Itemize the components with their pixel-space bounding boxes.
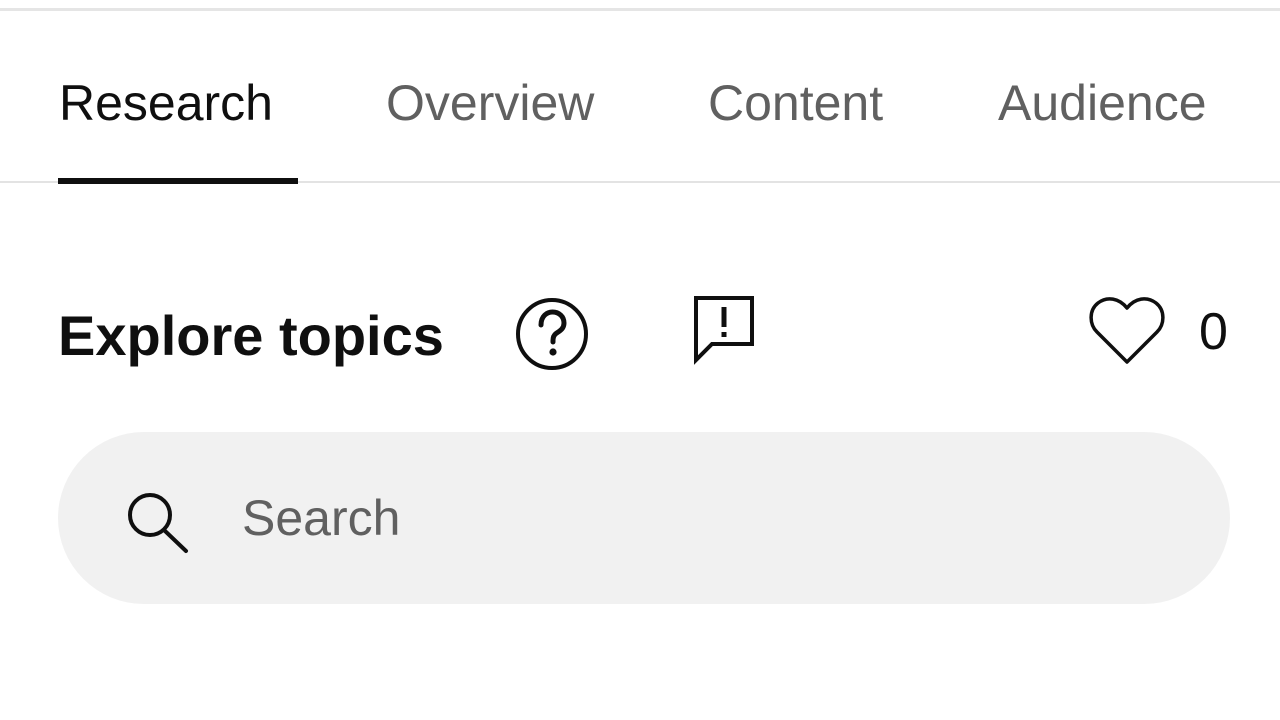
tab-research[interactable]: Research — [59, 70, 273, 136]
search-box[interactable] — [58, 432, 1230, 604]
tab-audience[interactable]: Audience — [998, 70, 1207, 136]
active-tab-indicator — [58, 178, 298, 184]
feedback-flag-icon[interactable] — [692, 294, 756, 366]
search-input[interactable] — [242, 480, 1142, 556]
tab-bar: Research Overview Content Audience — [0, 0, 1280, 186]
research-page: Research Overview Content Audience Explo… — [0, 0, 1280, 720]
section-title: Explore topics — [58, 304, 444, 367]
help-circle-icon[interactable] — [514, 296, 590, 372]
like-count: 0 — [1199, 303, 1228, 361]
like-button[interactable]: 0 — [1088, 294, 1238, 370]
tab-overview[interactable]: Overview — [386, 70, 594, 136]
search-icon — [128, 493, 188, 553]
tab-content[interactable]: Content — [708, 70, 883, 136]
heart-outline-icon — [1089, 297, 1165, 364]
